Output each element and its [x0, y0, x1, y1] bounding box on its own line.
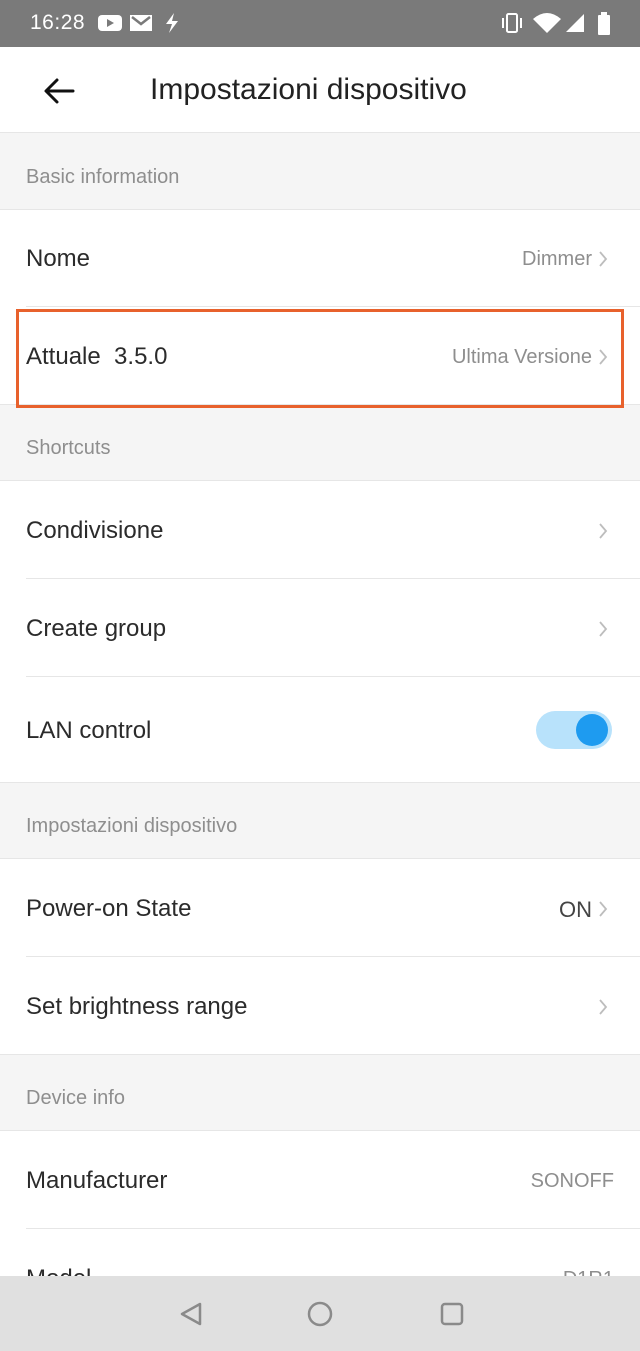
row-sharing[interactable]: Condivisione: [0, 481, 640, 579]
row-name-value: Dimmer: [522, 248, 592, 270]
section-basic-information: Basic information: [0, 134, 640, 210]
section-shortcuts: Shortcuts: [0, 405, 640, 481]
row-brightness-range-label: Set brightness range: [26, 993, 248, 1020]
row-power-on-state-label: Power-on State: [26, 895, 192, 922]
section-device-settings: Impostazioni dispositivo: [0, 783, 640, 859]
chevron-right-icon: [599, 901, 608, 917]
status-bar: 16:28: [0, 0, 640, 47]
section-device-info: Device info: [0, 1055, 640, 1131]
row-lan-control-label: LAN control: [26, 717, 152, 744]
nav-recents-button[interactable]: [435, 1299, 469, 1329]
wifi-icon: [532, 12, 562, 39]
nav-back-button[interactable]: [174, 1299, 208, 1329]
row-lan-control: LAN control: [0, 677, 640, 783]
row-create-group[interactable]: Create group: [0, 579, 640, 677]
row-manufacturer-value: SONOFF: [530, 1170, 614, 1192]
nav-home-button[interactable]: [303, 1299, 337, 1329]
back-button[interactable]: [36, 69, 82, 113]
bolt-icon: [163, 12, 181, 39]
row-firmware-value: Ultima Versione: [451, 346, 592, 368]
row-create-group-label: Create group: [26, 615, 167, 642]
row-name[interactable]: Nome Dimmer: [0, 210, 640, 307]
recents-square-icon: [440, 1302, 464, 1326]
home-circle-icon: [307, 1301, 333, 1327]
youtube-icon: [97, 12, 123, 39]
page-title: Impostazioni dispositivo: [150, 73, 467, 106]
back-triangle-icon: [180, 1302, 202, 1326]
status-time: 16:28: [30, 11, 86, 34]
lan-control-toggle[interactable]: [536, 711, 612, 749]
row-manufacturer: Manufacturer SONOFF: [0, 1131, 640, 1229]
signal-icon: [564, 12, 586, 39]
chevron-right-icon: [599, 999, 608, 1015]
arrow-left-icon: [44, 78, 75, 104]
navigation-bar: [0, 1276, 640, 1351]
row-name-label: Nome: [26, 245, 91, 272]
gmail-icon: [129, 12, 153, 39]
row-brightness-range[interactable]: Set brightness range: [0, 957, 640, 1055]
row-manufacturer-label: Manufacturer: [26, 1167, 168, 1194]
vibrate-icon: [500, 12, 524, 39]
chevron-right-icon: [599, 621, 608, 637]
chevron-right-icon: [599, 523, 608, 539]
chevron-right-icon: [599, 251, 608, 267]
toggle-knob: [576, 714, 608, 746]
app-bar: Impostazioni dispositivo: [0, 47, 640, 133]
row-firmware-label: Attuale 3.5.0: [26, 343, 168, 370]
row-sharing-label: Condivisione: [26, 517, 164, 544]
chevron-right-icon: [599, 349, 608, 365]
row-power-on-state[interactable]: Power-on State ON: [0, 859, 640, 957]
battery-icon: [597, 12, 611, 41]
row-firmware[interactable]: Attuale 3.5.0 Ultima Versione: [0, 307, 640, 405]
row-power-on-state-value: ON: [559, 897, 592, 922]
